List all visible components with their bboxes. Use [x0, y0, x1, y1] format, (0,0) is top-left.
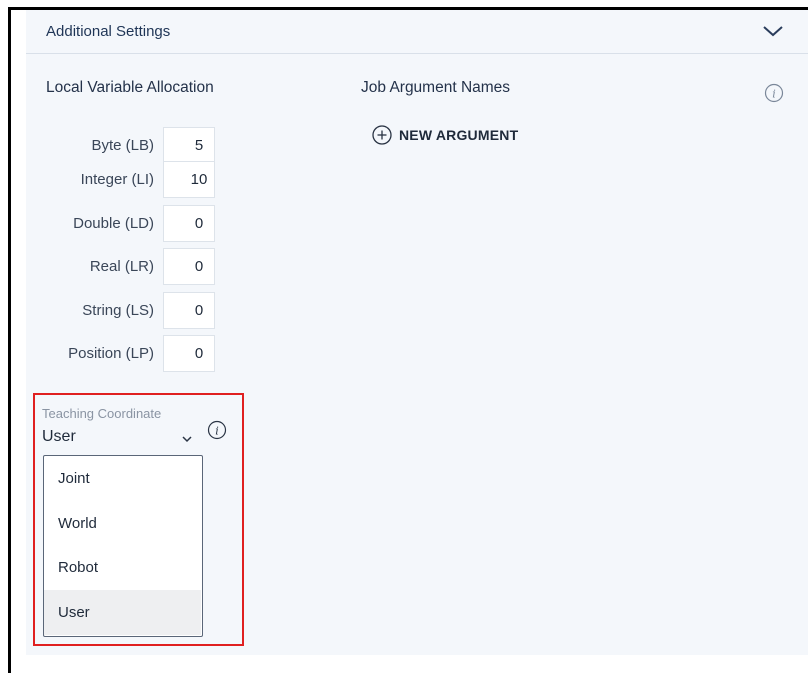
option-joint[interactable]: Joint	[44, 456, 201, 501]
panel-header[interactable]: Additional Settings	[26, 10, 808, 54]
new-argument-button[interactable]: NEW ARGUMENT	[371, 123, 518, 147]
option-world[interactable]: World	[44, 501, 201, 546]
double-label: Double (LD)	[73, 215, 154, 232]
byte-field[interactable]: 5	[163, 127, 215, 164]
chevron-down-icon[interactable]	[762, 24, 784, 38]
teaching-coordinate-value: User	[42, 428, 76, 445]
additional-settings-panel: Additional Settings Local Variable Alloc…	[26, 10, 808, 655]
double-field[interactable]: 0	[163, 205, 215, 242]
teaching-coordinate-label: Teaching Coordinate	[42, 406, 162, 421]
info-icon[interactable]: i	[764, 83, 784, 103]
integer-field[interactable]: 10	[163, 161, 215, 198]
position-label: Position (LP)	[68, 345, 154, 362]
local-variable-allocation-title: Local Variable Allocation	[46, 79, 214, 96]
svg-text:i: i	[215, 425, 219, 438]
string-label: String (LS)	[82, 302, 154, 319]
job-argument-names-title: Job Argument Names	[361, 79, 511, 96]
real-label: Real (LR)	[89, 258, 154, 275]
option-robot[interactable]: Robot	[44, 545, 201, 590]
page: Additional Settings Local Variable Alloc…	[0, 0, 808, 673]
position-field[interactable]: 0	[163, 335, 215, 372]
integer-label: Integer (LI)	[80, 171, 154, 188]
real-field[interactable]: 0	[163, 248, 215, 285]
teaching-coordinate-select[interactable]: User	[42, 428, 192, 450]
panel-title: Additional Settings	[46, 23, 171, 40]
byte-label: Byte (LB)	[91, 137, 154, 154]
option-user[interactable]: User	[44, 590, 201, 635]
new-argument-label: NEW ARGUMENT	[399, 127, 519, 143]
plus-circle-icon	[372, 125, 392, 145]
info-icon[interactable]: i	[207, 420, 227, 440]
chevron-down-icon	[182, 436, 192, 443]
string-field[interactable]: 0	[163, 292, 215, 329]
teaching-coordinate-dropdown: Joint World Robot User	[43, 455, 203, 637]
window-border-left	[8, 7, 11, 673]
svg-text:i: i	[772, 88, 776, 101]
